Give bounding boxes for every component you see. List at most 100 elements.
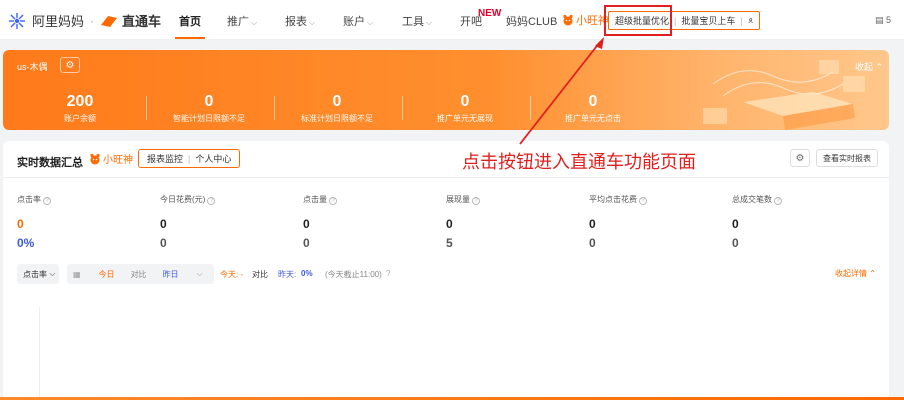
message-center[interactable]: ▤ 5: [875, 15, 891, 26]
mail-icon: ▤: [875, 15, 884, 25]
chevron-down-icon: ⌵: [49, 269, 56, 278]
personal-center-button[interactable]: 个人中心: [195, 152, 231, 165]
xiaowangshen-link[interactable]: 小旺神: [89, 151, 133, 166]
brand-logo[interactable]: 阿里妈妈 · 直通车: [6, 11, 161, 30]
message-count: 5: [886, 15, 892, 25]
stat-compare-value: 0: [303, 236, 310, 250]
metric-select-value: 点击率: [23, 269, 47, 279]
collapse-details-button[interactable]: 收起详情 ⌃: [835, 268, 876, 279]
stat-header: 展现量: [446, 195, 470, 204]
stat-header: 点击量: [303, 195, 327, 204]
xiaowangshen-logo-icon: [90, 153, 100, 164]
metric-label: 智能计划日限额不足: [173, 114, 245, 123]
new-badge: NEW: [478, 8, 502, 19]
batch-item-upload-button[interactable]: 批量宝贝上车: [681, 14, 735, 27]
metric-label: 推广单元无展现: [437, 114, 493, 123]
help-icon[interactable]: ?: [43, 197, 51, 205]
metric-divider: [402, 96, 403, 120]
metric-no-clicks[interactable]: 0 推广单元无点击: [533, 93, 653, 124]
nav-tools-label: 工具: [402, 16, 424, 28]
stat-today-value: 0: [732, 217, 739, 231]
brand-name: 阿里妈妈: [32, 14, 85, 29]
nav-promotion[interactable]: 推广 ⌵: [227, 13, 257, 29]
calendar-icon: ▦: [73, 269, 81, 279]
compare-label: 对比: [130, 269, 147, 279]
xiaowangshen-logo-icon: [563, 14, 573, 26]
stat-today-value: 0: [446, 217, 453, 231]
stat-today-value: 0: [160, 217, 167, 231]
stat-header: 今日花费(元): [160, 195, 206, 204]
metric-divider: [146, 96, 147, 120]
nav-account[interactable]: 账户 ⌵: [343, 13, 373, 29]
legend-yesterday-value: 0%: [301, 269, 313, 278]
metric-value: 0: [204, 93, 214, 110]
stat-today-value: 0: [17, 217, 24, 231]
metric-value: 0: [460, 93, 470, 110]
metric-balance[interactable]: 200 账户余额: [20, 93, 140, 124]
alimama-logo-icon: [9, 12, 25, 29]
chevron-down-icon: ⌵: [367, 18, 374, 27]
help-icon[interactable]: ?: [472, 197, 480, 205]
metric-standard-plan-limit[interactable]: 0 标准计划日限额不足: [277, 93, 397, 124]
legend-yesterday: 昨天:: [278, 270, 297, 279]
card-tools-group: 报表监控 | 个人中心: [138, 149, 241, 168]
account-settings-button[interactable]: ⚙: [60, 57, 80, 73]
legend-note: (今天截止11:00): [325, 270, 382, 279]
stat-today-value: 0: [589, 217, 596, 231]
highlight-box: [604, 5, 672, 36]
gear-icon: ⚙: [795, 152, 805, 164]
metric-value: 0: [332, 93, 342, 110]
stat-avg-cpc[interactable]: 平均点击花费? 0 0: [589, 193, 729, 250]
brand-dot: ·: [90, 13, 95, 28]
chevron-down-icon: ⌵: [251, 18, 258, 27]
card-title: 实时数据汇总: [17, 157, 83, 169]
metric-smart-plan-limit[interactable]: 0 智能计划日限额不足: [149, 93, 269, 124]
stat-header: 总成交笔数: [732, 195, 772, 204]
divider: |: [740, 15, 743, 26]
stat-orders[interactable]: 总成交笔数? 0 0: [732, 193, 872, 250]
product-name: 直通车: [122, 14, 162, 29]
stat-impressions[interactable]: 展现量? 0 5: [446, 193, 586, 250]
date-compare-select[interactable]: ▦ 今日 对比 昨日 ⌵: [67, 264, 214, 284]
active-tab-indicator: [175, 37, 205, 39]
stat-compare-value: 0%: [17, 236, 35, 250]
chevron-down-icon: ⌵: [426, 18, 433, 27]
annotation-text: 点击按钮进入直通车功能页面: [462, 152, 696, 172]
help-icon[interactable]: ?: [386, 269, 390, 278]
user-icon[interactable]: [748, 16, 753, 25]
divider: |: [674, 15, 677, 26]
nav-tools[interactable]: 工具 ⌵: [402, 13, 432, 29]
nav-home-label: 首页: [179, 16, 201, 28]
collapse-banner-button[interactable]: 收起 ⌃: [855, 60, 883, 73]
stat-cost[interactable]: 今日花费(元)? 0 0: [160, 193, 300, 250]
metric-divider: [274, 96, 275, 120]
stat-header: 平均点击花费: [589, 195, 637, 204]
report-monitor-button[interactable]: 报表监控: [147, 152, 183, 165]
stat-header: 点击率: [17, 195, 41, 204]
stat-compare-value: 0: [732, 236, 739, 250]
view-realtime-report-button[interactable]: 查看实时报表: [816, 149, 878, 167]
ztc-logo-icon: [101, 15, 118, 27]
divider: |: [188, 153, 191, 164]
account-name: us-木偶: [17, 62, 48, 72]
chart-axis: [39, 307, 40, 400]
top-nav: 阿里妈妈 · 直通车 首页 推广 ⌵ 报表 ⌵ 账户 ⌵ 工具 ⌵ 开吧 NEW 妈妈C…: [0, 0, 904, 40]
stat-clicks[interactable]: 点击量? 0 0: [303, 193, 443, 250]
stat-ctr[interactable]: 点击率? 0 0%: [17, 193, 157, 250]
stat-today-value: 0: [303, 217, 310, 231]
nav-mama-club[interactable]: 妈妈CLUB: [506, 13, 557, 29]
collapse-label: 收起: [855, 62, 874, 72]
help-icon[interactable]: ?: [207, 197, 216, 205]
help-icon[interactable]: ?: [329, 197, 337, 205]
metric-no-impressions[interactable]: 0 推广单元无展现: [405, 93, 525, 124]
metric-select[interactable]: 点击率 ⌵: [17, 264, 59, 284]
nav-home[interactable]: 首页: [179, 13, 201, 29]
help-icon[interactable]: ?: [774, 197, 782, 205]
card-settings-button[interactable]: ⚙: [790, 149, 810, 167]
nav-reports[interactable]: 报表 ⌵: [285, 13, 315, 29]
stat-compare-value: 5: [446, 236, 453, 250]
collapse-details-label: 收起详情: [835, 269, 867, 278]
chevron-down-icon: ⌵: [196, 269, 203, 278]
help-icon[interactable]: ?: [639, 197, 647, 205]
xiaowangshen-link[interactable]: 小旺神: [562, 12, 609, 28]
